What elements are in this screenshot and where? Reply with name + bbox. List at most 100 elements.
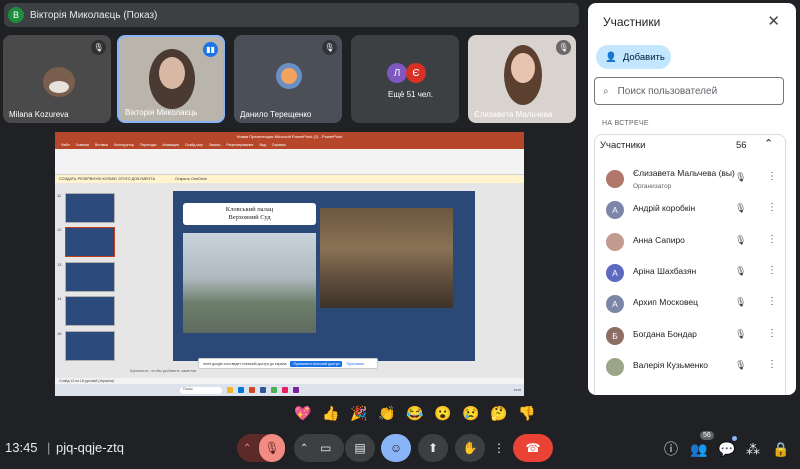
- mic-off-icon[interactable]: 🎙: [735, 266, 746, 277]
- slide-thumbnail: [65, 296, 115, 326]
- participant-avatar: Л: [387, 63, 407, 83]
- more-vert-icon[interactable]: ⋮: [767, 328, 777, 339]
- chevron-up-icon[interactable]: ⌃: [243, 443, 251, 454]
- slide-thumbnail: [65, 331, 115, 361]
- emoji-icon: ☺: [389, 441, 403, 455]
- ppt-workspace: 11 12 13 14 15 Кловський палац Верховний…: [55, 183, 524, 396]
- group-count: 56: [736, 140, 747, 151]
- reaction-party-icon[interactable]: 🎉: [348, 402, 370, 424]
- tile-name: Milana Kozureva: [9, 110, 69, 119]
- presenter-title: Вікторія Миколаєць (Показ): [30, 9, 158, 21]
- participant-row[interactable]: А Аріна Шахбазян 🎙 ⋮: [595, 258, 785, 289]
- participant-avatar: А: [606, 263, 624, 282]
- activities-icon[interactable]: ⁂: [742, 438, 764, 460]
- reaction-surprised-icon[interactable]: 😮: [432, 402, 454, 424]
- ppt-tab: Конструктор: [113, 143, 134, 147]
- notes-placeholder: Щелкните, чтобы добавить заметки: [130, 368, 197, 373]
- chevron-up-icon[interactable]: ⌃: [300, 443, 308, 454]
- ppt-tab: Вставка: [94, 143, 108, 147]
- reaction-heart-icon[interactable]: 💖: [292, 402, 314, 424]
- participant-row[interactable]: Валерія Кузьменко 🎙 ⋮: [595, 352, 785, 383]
- present-button[interactable]: ⬆: [418, 434, 448, 462]
- mic-off-icon[interactable]: 🎙: [735, 297, 746, 308]
- camera-icon[interactable]: ▭: [320, 441, 331, 455]
- more-participants-tile[interactable]: Л Є Ещё 51 чел.: [351, 35, 459, 123]
- more-vert-icon[interactable]: ⋮: [767, 265, 777, 276]
- captions-button[interactable]: ▤: [345, 434, 375, 462]
- chevron-up-icon[interactable]: ⌃: [764, 137, 773, 150]
- captions-icon: ▤: [354, 441, 366, 455]
- participant-row[interactable]: Анна Сапиро 🎙 ⋮: [595, 227, 785, 258]
- meeting-info-icon[interactable]: ⓘ: [660, 438, 682, 460]
- leave-call-button[interactable]: ☎: [513, 434, 553, 462]
- reactions-button[interactable]: ☺: [381, 434, 411, 462]
- mic-off-icon[interactable]: 🎙: [735, 329, 746, 340]
- slide-thumbnail-selected: [65, 227, 115, 257]
- participant-tile[interactable]: 🎙 Milana Kozureva: [3, 35, 111, 123]
- close-icon[interactable]: ✕: [767, 12, 780, 30]
- ppt-tab: Переходы: [139, 143, 157, 147]
- participant-row[interactable]: Єлизавета Мальчева (вы) Организатор 🎙 ⋮: [595, 164, 785, 195]
- mic-off-icon[interactable]: 🎙: [735, 172, 746, 183]
- more-vert-icon[interactable]: ⋮: [767, 202, 777, 213]
- more-vert-icon[interactable]: ⋮: [767, 234, 777, 245]
- participant-row[interactable]: А Андрій коробкін 🎙 ⋮: [595, 195, 785, 226]
- ppt-tab: Анимация: [162, 143, 179, 147]
- panel-title: Участники: [603, 15, 661, 29]
- participant-avatar: Є: [406, 63, 426, 83]
- mic-off-icon[interactable]: 🎙: [735, 235, 746, 246]
- mic-off-icon[interactable]: 🎙: [735, 360, 746, 371]
- participant-name: Єлизавета Мальчева (вы): [633, 168, 735, 178]
- ppt-ribbon: [55, 149, 524, 175]
- muted-mic-icon: 🎙: [91, 40, 106, 55]
- reaction-thinking-icon[interactable]: 🤔: [488, 402, 510, 424]
- folder-icon: [227, 387, 233, 393]
- tile-avatar-detail: [281, 68, 297, 84]
- presenter-banner: В Вікторія Миколаєць (Показ): [4, 3, 579, 27]
- slide-thumbnails: 11 12 13 14 15: [55, 183, 123, 378]
- more-vert-icon[interactable]: ⋮: [767, 171, 777, 182]
- more-vert-icon[interactable]: ⋮: [767, 296, 777, 307]
- participant-name: Богдана Бондар: [633, 328, 697, 339]
- tile-name: Вікторія Миколаєць: [125, 108, 198, 117]
- reaction-clap-icon[interactable]: 👏: [376, 402, 398, 424]
- participant-avatar: [606, 170, 624, 188]
- search-people-input[interactable]: ⌕ Поиск пользователей: [594, 77, 784, 105]
- mic-toggle-button[interactable]: 🎙: [259, 434, 285, 462]
- more-options-button[interactable]: ⋮: [490, 434, 508, 462]
- people-count-badge: 56: [700, 431, 714, 440]
- reaction-thumbs-down-icon[interactable]: 👎: [516, 402, 538, 424]
- participant-tile[interactable]: 🎙 Данило Терещенко: [234, 35, 342, 123]
- raise-hand-button[interactable]: ✋: [455, 434, 485, 462]
- chat-icon[interactable]: 💬: [716, 438, 738, 460]
- group-title: Участники: [600, 140, 646, 151]
- share-popup-text: meet.google.com ведет спільний доступ до…: [203, 361, 287, 366]
- add-person-icon: 👤: [605, 51, 617, 63]
- ppt-tab: Файл: [61, 143, 70, 147]
- more-vert-icon[interactable]: ⋮: [767, 359, 777, 370]
- participant-tile-active[interactable]: ▮▮ Вікторія Миколаєць: [117, 35, 225, 123]
- ppt-warning-button: Открыть OneDrive: [175, 177, 208, 181]
- tile-name: Данило Терещенко: [240, 110, 312, 119]
- search-placeholder: Поиск пользователей: [617, 85, 718, 97]
- people-icon[interactable]: 👥: [688, 438, 710, 460]
- participant-name: Андрій коробкін: [633, 203, 696, 214]
- participant-avatar: Б: [606, 326, 624, 345]
- thumb-number: 12: [57, 227, 62, 232]
- participant-tile[interactable]: 🎙 Єлизавета Мальчева: [468, 35, 576, 123]
- slide-thumbnail: [65, 193, 115, 223]
- mic-off-icon: 🎙: [264, 441, 280, 455]
- reaction-thumbs-up-icon[interactable]: 👍: [320, 402, 342, 424]
- host-controls-icon[interactable]: 🔒: [770, 438, 792, 460]
- edge-icon: [238, 387, 244, 393]
- participant-row[interactable]: А Архип Московец 🎙 ⋮: [595, 289, 785, 320]
- ppt-tab: Главная: [75, 143, 89, 147]
- mic-off-icon[interactable]: 🎙: [735, 203, 746, 214]
- ppt-tab: Справка: [271, 143, 286, 147]
- reaction-sad-icon[interactable]: 😢: [460, 402, 482, 424]
- add-people-button[interactable]: 👤 Добавить: [596, 45, 671, 69]
- reaction-laugh-icon[interactable]: 😂: [404, 402, 426, 424]
- participant-row[interactable]: Б Богдана Бондар 🎙 ⋮: [595, 321, 785, 352]
- chat-notification-dot: [732, 436, 737, 441]
- ppt-ribbon-tabs: Файл Главная Вставка Конструктор Переход…: [55, 141, 524, 149]
